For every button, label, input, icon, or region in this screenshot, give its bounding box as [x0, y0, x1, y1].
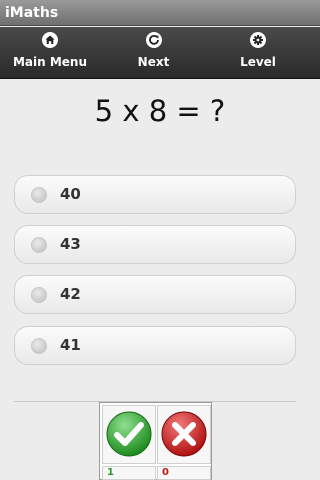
wrong-count: 0 — [157, 466, 211, 480]
cross-icon — [161, 411, 207, 457]
radio-button[interactable] — [31, 338, 47, 354]
main-menu-label: Main Menu — [12, 55, 88, 69]
answer-label: 41 — [60, 336, 81, 354]
answer-label: 42 — [60, 285, 81, 303]
navigation-bar: Main Menu Next Level — [0, 27, 320, 79]
answer-option-4[interactable]: 41 — [14, 326, 296, 365]
main-menu-button[interactable]: Main Menu — [0, 27, 100, 78]
answer-option-2[interactable]: 43 — [14, 225, 296, 264]
question-text: 5 x 8 = ? — [94, 94, 226, 128]
next-button[interactable]: Next — [105, 27, 202, 78]
correct-score-cell — [102, 405, 156, 464]
gear-icon — [250, 32, 266, 48]
check-icon — [106, 411, 152, 457]
answer-option-1[interactable]: 40 — [14, 175, 296, 214]
answer-option-3[interactable]: 42 — [14, 275, 296, 314]
app-title: iMaths — [5, 5, 59, 21]
correct-count: 1 — [102, 466, 156, 480]
answer-label: 40 — [60, 185, 81, 203]
level-button[interactable]: Level — [208, 27, 308, 78]
level-label: Level — [240, 55, 276, 69]
radio-button[interactable] — [31, 287, 47, 303]
score-panel: 1 0 — [99, 402, 212, 480]
home-icon — [42, 32, 58, 48]
refresh-icon — [145, 32, 162, 48]
radio-button[interactable] — [31, 187, 47, 203]
radio-button[interactable] — [31, 237, 47, 253]
next-label: Next — [137, 55, 170, 69]
answer-label: 43 — [60, 235, 81, 253]
wrong-score-cell — [157, 405, 211, 464]
app-title-bar: iMaths — [0, 0, 320, 26]
